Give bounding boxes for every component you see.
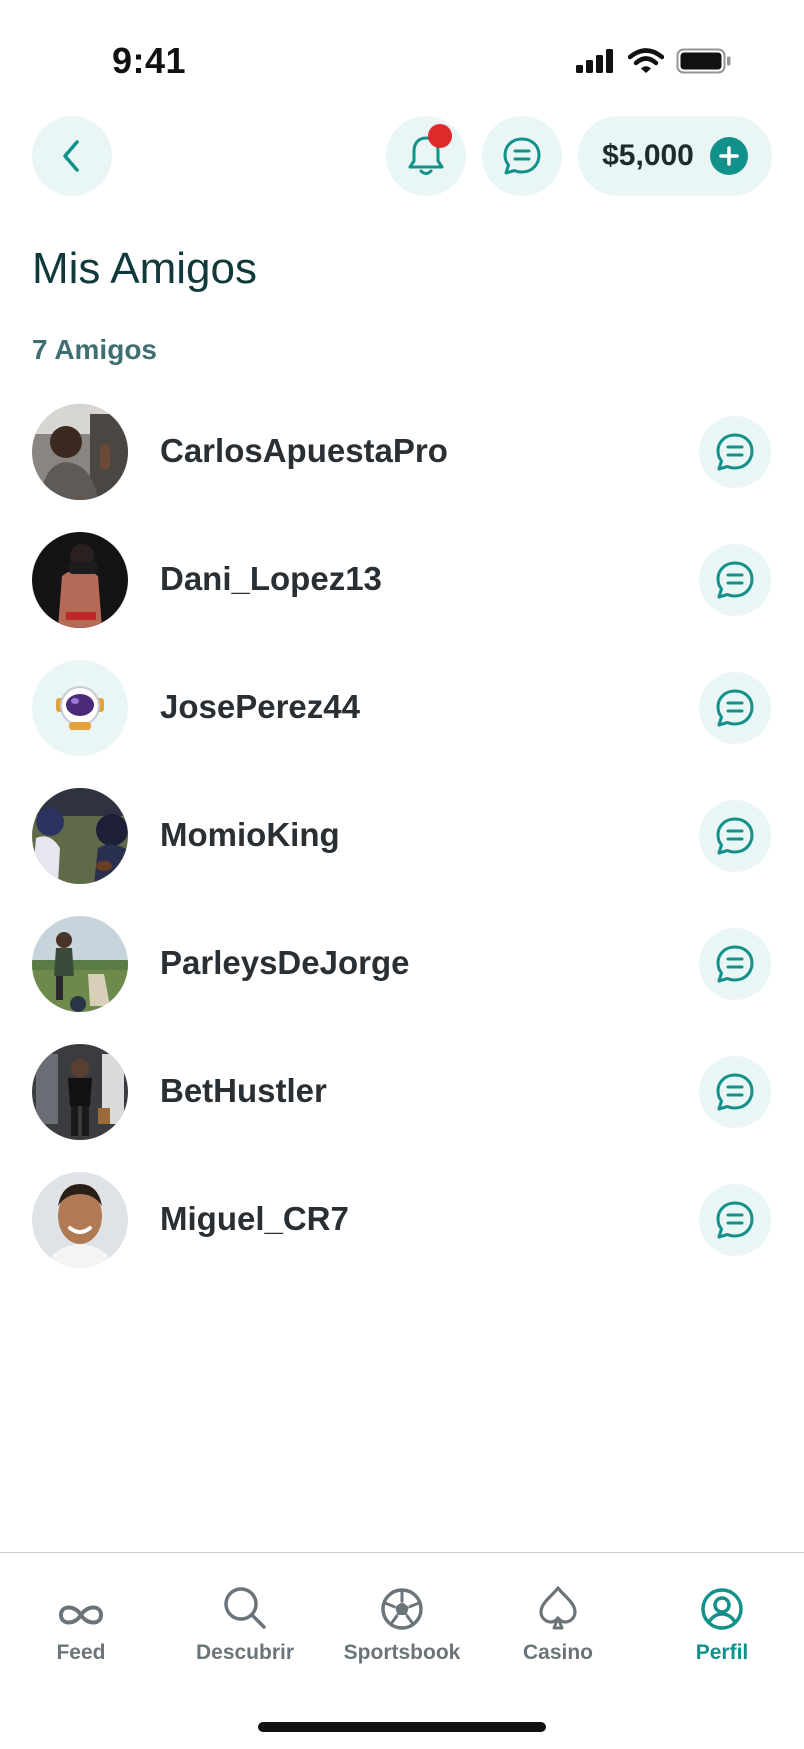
top-header: $5,000 bbox=[0, 116, 804, 196]
friend-username[interactable]: ParleysDeJorge bbox=[160, 944, 409, 982]
balance-amount: $5,000 bbox=[602, 139, 694, 172]
chat-bubble-icon bbox=[716, 689, 754, 727]
tab-label: Feed bbox=[56, 1641, 106, 1664]
notifications-button[interactable] bbox=[386, 116, 466, 196]
status-bar: 9:41 bbox=[0, 0, 804, 120]
chat-button[interactable] bbox=[699, 800, 771, 872]
avatar[interactable] bbox=[32, 916, 128, 1012]
chat-bubble-icon bbox=[503, 137, 541, 175]
chat-bubble-icon bbox=[716, 561, 754, 599]
tab-label: Perfil bbox=[695, 1641, 749, 1664]
soccer-ball-icon bbox=[327, 1571, 477, 1631]
avatar[interactable] bbox=[32, 788, 128, 884]
chevron-left-icon bbox=[63, 140, 79, 172]
friend-username[interactable]: Miguel_CR7 bbox=[160, 1200, 349, 1238]
notification-badge bbox=[428, 124, 452, 148]
battery-icon bbox=[676, 48, 731, 74]
tab-label: Sportsbook bbox=[343, 1641, 461, 1664]
friend-username[interactable]: JosePerez44 bbox=[160, 688, 360, 726]
infinity-icon bbox=[6, 1571, 156, 1631]
balance-button[interactable]: $5,000 bbox=[578, 116, 772, 196]
tab-label: Casino bbox=[522, 1641, 593, 1664]
search-icon bbox=[170, 1571, 320, 1631]
home-indicator bbox=[258, 1722, 546, 1732]
messages-button[interactable] bbox=[482, 116, 562, 196]
tab-label: Descubrir bbox=[195, 1641, 295, 1664]
friend-row[interactable]: Dani_Lopez13 bbox=[0, 532, 804, 660]
spade-icon bbox=[483, 1571, 633, 1631]
chat-bubble-icon bbox=[716, 433, 754, 471]
cellular-signal-icon bbox=[576, 49, 613, 73]
tab-descubrir[interactable]: Descubrir bbox=[170, 1553, 320, 1665]
friend-username[interactable]: BetHustler bbox=[160, 1072, 327, 1110]
chat-button[interactable] bbox=[699, 544, 771, 616]
tab-sportsbook[interactable]: Sportsbook bbox=[327, 1553, 477, 1665]
friend-row[interactable]: BetHustler bbox=[0, 1044, 804, 1172]
tab-perfil[interactable]: Perfil bbox=[647, 1553, 797, 1665]
wifi-icon bbox=[628, 48, 664, 73]
chat-bubble-icon bbox=[716, 817, 754, 855]
tab-feed[interactable]: Feed bbox=[6, 1553, 156, 1665]
avatar[interactable] bbox=[32, 404, 128, 500]
friends-count: 7 Amigos bbox=[32, 334, 157, 365]
avatar[interactable] bbox=[32, 532, 128, 628]
chat-bubble-icon bbox=[716, 1201, 754, 1239]
tab-casino[interactable]: Casino bbox=[483, 1553, 633, 1665]
chat-button[interactable] bbox=[699, 1184, 771, 1256]
plus-icon[interactable] bbox=[709, 137, 748, 175]
friend-username[interactable]: Dani_Lopez13 bbox=[160, 560, 382, 598]
back-button[interactable] bbox=[32, 116, 112, 196]
chat-button[interactable] bbox=[699, 672, 771, 744]
chat-button[interactable] bbox=[699, 1056, 771, 1128]
friend-row[interactable]: MomioKing bbox=[0, 788, 804, 916]
chat-button[interactable] bbox=[699, 416, 771, 488]
bottom-tab-bar: Feed Descubrir Sportsbook Casino Perfil bbox=[0, 1552, 804, 1749]
chat-bubble-icon bbox=[716, 1073, 754, 1111]
avatar[interactable] bbox=[32, 1044, 128, 1140]
user-circle-icon bbox=[647, 1571, 797, 1631]
page-title: Mis Amigos bbox=[32, 244, 257, 293]
friend-row[interactable]: ParleysDeJorge bbox=[0, 916, 804, 1044]
friend-username[interactable]: MomioKing bbox=[160, 816, 340, 854]
chat-button[interactable] bbox=[699, 928, 771, 1000]
friend-list: CarlosApuestaPro Dani_Lopez13 JosePerez4… bbox=[0, 404, 804, 1300]
avatar[interactable] bbox=[32, 660, 128, 756]
status-time: 9:41 bbox=[112, 40, 187, 81]
friend-row[interactable]: CarlosApuestaPro bbox=[0, 404, 804, 532]
avatar[interactable] bbox=[32, 1172, 128, 1268]
status-icons bbox=[576, 48, 732, 74]
friend-row[interactable]: JosePerez44 bbox=[0, 660, 804, 788]
chat-bubble-icon bbox=[716, 945, 754, 983]
friend-row[interactable]: Miguel_CR7 bbox=[0, 1172, 804, 1300]
friend-username[interactable]: CarlosApuestaPro bbox=[160, 432, 448, 470]
